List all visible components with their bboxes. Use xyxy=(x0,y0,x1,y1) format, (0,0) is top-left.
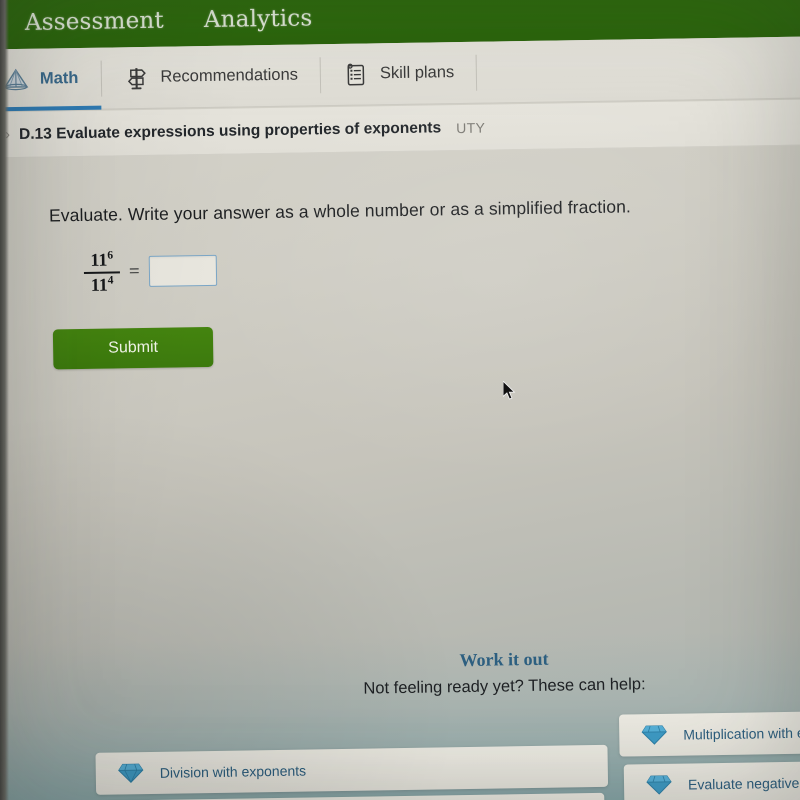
skill-card-evaluate-negative-exponents[interactable]: Evaluate negative expo xyxy=(623,760,800,800)
nav-item-analytics[interactable]: Analytics xyxy=(184,5,333,33)
tab-skill-plans[interactable]: Skill plans xyxy=(320,41,476,105)
math-expression: 116 114 = xyxy=(83,247,217,296)
tab-skill-plans-label: Skill plans xyxy=(379,63,455,83)
screen-photo: g Assessment Analytics Math xyxy=(0,0,800,800)
subject-tab-bar: Math Recommendations Skill plans xyxy=(0,36,800,112)
mouse-cursor xyxy=(502,379,516,401)
breadcrumb-current-skill: D.13 Evaluate expressions using properti… xyxy=(18,118,442,143)
gem-icon xyxy=(646,774,672,796)
tab-math-label: Math xyxy=(39,69,79,88)
nav-item-assessment[interactable]: Assessment xyxy=(5,7,184,36)
skill-code: UTY xyxy=(456,119,486,136)
tab-recommendations[interactable]: Recommendations xyxy=(101,44,321,109)
numerator-exponent: 6 xyxy=(107,249,114,262)
denominator-exponent: 4 xyxy=(107,274,114,287)
skill-card-secondary-left[interactable] xyxy=(104,792,605,800)
tab-recommendations-label: Recommendations xyxy=(160,65,299,86)
gem-icon xyxy=(641,724,667,746)
work-it-out-section: Work it out Not feeling ready yet? These… xyxy=(0,630,800,800)
question-panel: Evaluate. Write your answer as a whole n… xyxy=(0,146,800,800)
answer-input[interactable] xyxy=(148,255,217,288)
fraction-denominator: 114 xyxy=(90,274,114,295)
tab-math[interactable]: Math xyxy=(0,47,101,112)
skill-card-label: Multiplication with exp xyxy=(683,724,800,743)
fraction-numerator: 116 xyxy=(90,249,114,270)
clipboard-checklist-icon xyxy=(343,61,369,87)
submit-button[interactable]: Submit xyxy=(52,326,214,370)
browser-screen: g Assessment Analytics Math xyxy=(0,0,800,800)
signpost-icon xyxy=(123,64,149,90)
question-prompt: Evaluate. Write your answer as a whole n… xyxy=(48,196,632,226)
skill-card-label: Division with exponents xyxy=(159,762,307,781)
work-it-out-title: Work it out xyxy=(459,648,549,671)
skill-card-label: Evaluate negative expo xyxy=(687,774,800,793)
equals-sign: = xyxy=(128,260,140,282)
fraction: 116 114 xyxy=(83,248,121,296)
skill-card-multiplication-with-exponents[interactable]: Multiplication with exp xyxy=(618,710,800,757)
work-it-out-subtitle: Not feeling ready yet? These can help: xyxy=(363,675,646,698)
photo-bezel-left xyxy=(0,0,9,800)
gem-icon xyxy=(118,762,144,784)
skill-card-division-with-exponents[interactable]: Division with exponents xyxy=(95,744,609,795)
